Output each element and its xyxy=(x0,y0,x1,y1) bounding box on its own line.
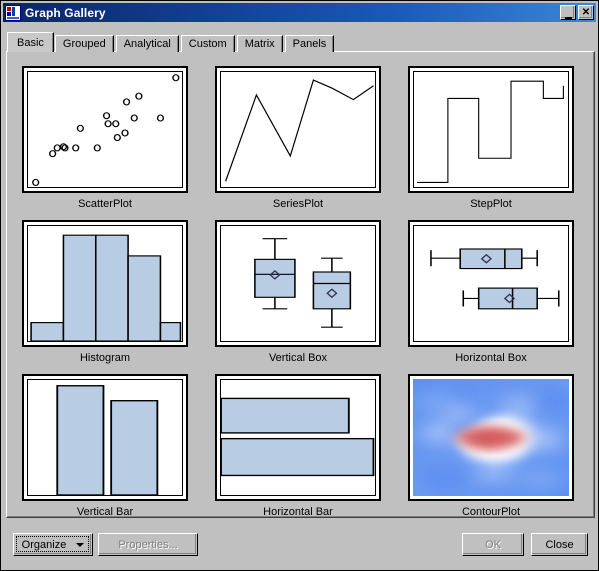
vertical-bar-thumbnail[interactable] xyxy=(22,374,188,501)
window-title: Graph Gallery xyxy=(25,5,106,20)
tab-basic[interactable]: Basic xyxy=(7,32,54,52)
gallery-item-scatterplot[interactable]: ScatterPlot xyxy=(21,66,189,210)
close-button[interactable]: Close xyxy=(531,533,588,556)
dialog-button-bar: Organize Properties... OK Close xyxy=(1,525,598,569)
tab-analytical[interactable]: Analytical xyxy=(115,35,179,52)
contourplot-thumbnail[interactable] xyxy=(408,374,574,501)
properties-button-label: Properties... xyxy=(118,538,178,551)
histogram-caption: Histogram xyxy=(79,352,131,364)
tab-grouped-label: Grouped xyxy=(62,38,106,50)
horizontal-bar-thumbnail[interactable] xyxy=(215,374,381,501)
ok-button[interactable]: OK xyxy=(462,533,524,556)
chevron-down-icon xyxy=(76,542,85,547)
close-button-label: Close xyxy=(545,538,574,551)
organize-button[interactable]: Organize xyxy=(13,533,93,556)
tab-custom[interactable]: Custom xyxy=(180,35,235,52)
scatterplot-chart xyxy=(32,74,180,186)
histogram-chart xyxy=(30,234,182,341)
tab-strip: Basic Grouped Analytical Custom Matrix P… xyxy=(7,32,336,52)
tab-panels[interactable]: Panels xyxy=(284,35,335,52)
horizontal-bar-chart xyxy=(221,397,375,477)
contourplot-chart xyxy=(413,379,569,496)
tab-matrix-label: Matrix xyxy=(244,38,275,50)
vertical-box-caption: Vertical Box xyxy=(268,352,328,364)
window-controls: ✕ xyxy=(560,5,594,20)
title-bar: Graph Gallery ✕ xyxy=(3,3,596,22)
stepplot-thumbnail[interactable] xyxy=(408,66,574,193)
tab-grouped[interactable]: Grouped xyxy=(54,35,114,52)
tab-content-panel: ScatterPlot SeriesPlot StepPlot Histogra… xyxy=(6,51,595,518)
seriesplot-caption: SeriesPlot xyxy=(272,198,324,210)
seriesplot-chart xyxy=(221,72,375,187)
tab-panels-label: Panels xyxy=(292,38,327,50)
close-icon[interactable]: ✕ xyxy=(578,5,594,20)
tab-matrix[interactable]: Matrix xyxy=(236,35,283,52)
vertical-bar-caption: Vertical Bar xyxy=(76,506,134,518)
tab-custom-label: Custom xyxy=(188,38,227,50)
minimize-button[interactable] xyxy=(560,5,576,20)
vertical-box-chart xyxy=(254,238,352,328)
horizontal-bar-caption: Horizontal Bar xyxy=(263,506,333,518)
horizontal-box-thumbnail[interactable] xyxy=(408,220,574,347)
gallery-item-horizontal-box[interactable]: Horizontal Box xyxy=(407,220,575,364)
horizontal-box-chart xyxy=(430,248,560,310)
organize-button-label: Organize xyxy=(21,538,67,551)
tab-basic-label: Basic xyxy=(17,36,44,49)
gallery-item-stepplot[interactable]: StepPlot xyxy=(407,66,575,210)
stepplot-chart xyxy=(414,72,568,187)
close-glyph: ✕ xyxy=(581,6,591,18)
vertical-bar-chart xyxy=(56,385,159,495)
scatterplot-caption: ScatterPlot xyxy=(78,198,132,210)
graph-gallery-icon xyxy=(5,4,21,21)
gallery-item-seriesplot[interactable]: SeriesPlot xyxy=(214,66,382,210)
gallery-item-vertical-bar[interactable]: Vertical Bar xyxy=(21,374,189,518)
gallery-grid: ScatterPlot SeriesPlot StepPlot Histogra… xyxy=(21,66,579,518)
histogram-thumbnail[interactable] xyxy=(22,220,188,347)
tab-analytical-label: Analytical xyxy=(123,38,171,50)
ok-button-label: OK xyxy=(485,538,501,551)
gallery-item-vertical-box[interactable]: Vertical Box xyxy=(214,220,382,364)
vertical-box-thumbnail[interactable] xyxy=(215,220,381,347)
contourplot-caption: ContourPlot xyxy=(461,506,521,518)
stepplot-caption: StepPlot xyxy=(470,198,512,210)
properties-button[interactable]: Properties... xyxy=(98,533,198,556)
gallery-item-histogram[interactable]: Histogram xyxy=(21,220,189,364)
gallery-item-contourplot[interactable]: ContourPlot xyxy=(407,374,575,518)
graph-gallery-window: Graph Gallery ✕ Basic Grouped Analytical… xyxy=(0,0,599,571)
scatterplot-thumbnail[interactable] xyxy=(22,66,188,193)
seriesplot-thumbnail[interactable] xyxy=(215,66,381,193)
gallery-item-horizontal-bar[interactable]: Horizontal Bar xyxy=(214,374,382,518)
horizontal-box-caption: Horizontal Box xyxy=(455,352,527,364)
